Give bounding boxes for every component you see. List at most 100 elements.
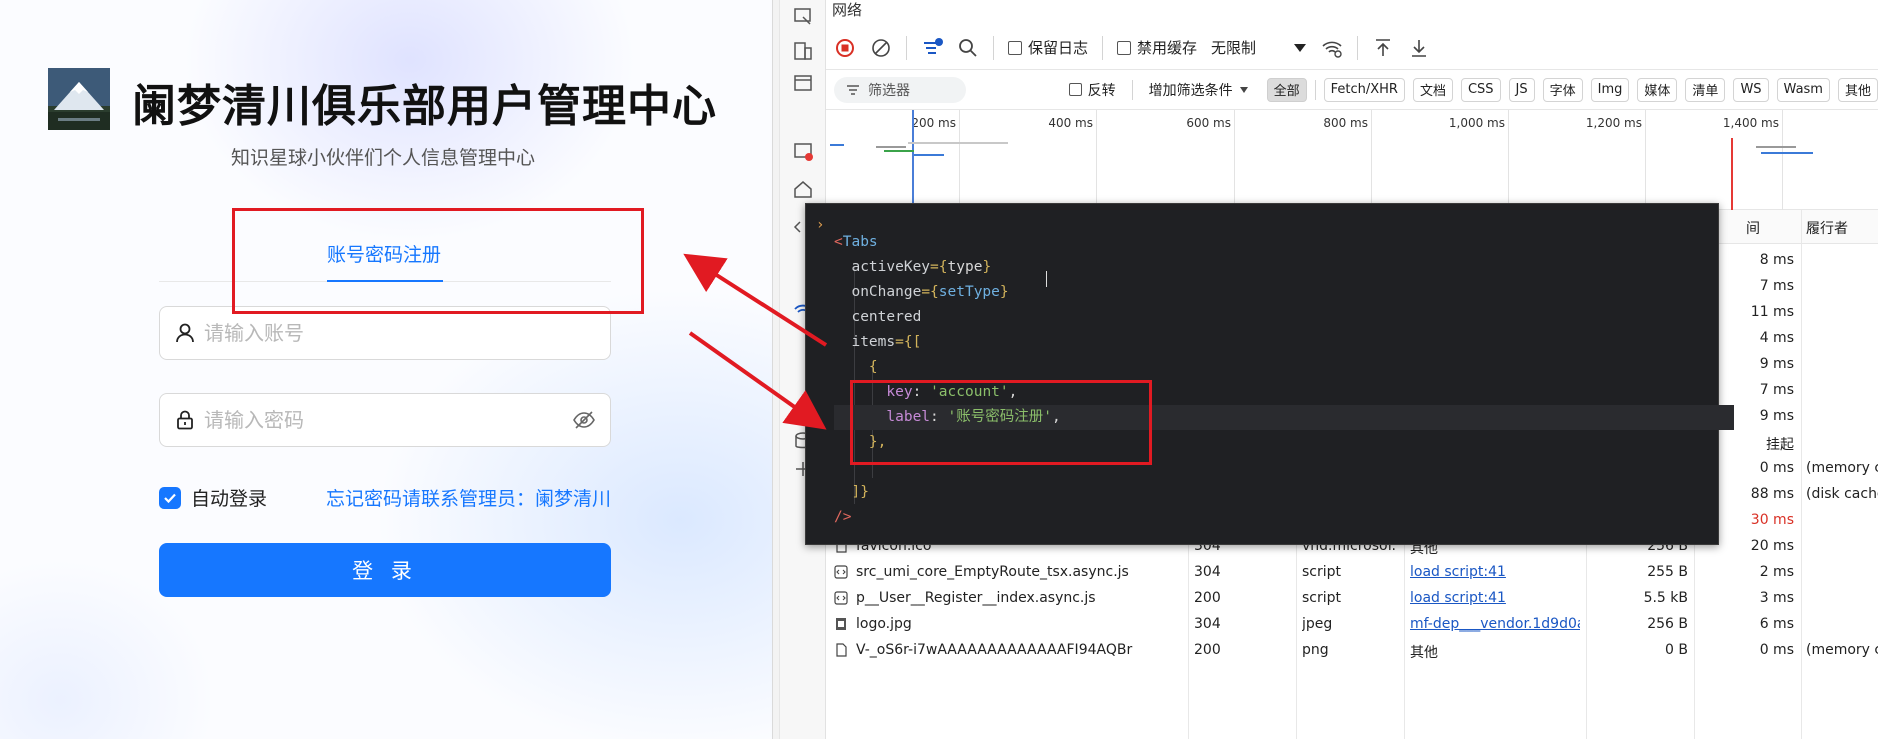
code-line: items={[ [851,334,922,350]
filter-placeholder: 筛选器 [868,82,910,99]
filter-type-fetch[interactable]: Fetch/XHR [1323,77,1405,102]
cell-name: p__User__Register__index.async.js [856,590,1096,606]
cell-time: 0 ms [1759,642,1794,658]
timeline-tick: 1,200 ms [1585,116,1642,130]
cell-time: 3 ms [1759,590,1794,606]
inspect-icon[interactable] [792,6,814,28]
table-row[interactable]: src_umi_core_EmptyRoute_tsx.async.js 304 s… [826,560,1878,586]
preserve-log-checkbox[interactable]: 保留日志 [1008,37,1088,58]
timeline-bar [830,144,844,146]
cell-type: script [1302,590,1342,606]
filter-type-other[interactable]: 其他 [1837,77,1878,102]
password-input[interactable] [204,394,564,446]
code-line: centered [851,309,922,325]
filter-type-manifest[interactable]: 清单 [1685,77,1726,102]
timeline-bar [914,154,944,156]
network-overview[interactable]: 200 ms 400 ms 600 ms 800 ms 1,000 ms 1,2… [826,110,1878,210]
filter-type-media[interactable]: 媒体 [1637,77,1678,102]
cell-status: 200 [1194,642,1221,658]
cell-initiator[interactable]: mf-dep___vendor.1d9d0a [1410,616,1580,632]
invert-checkbox[interactable]: 反转 [1068,80,1116,100]
check-icon [164,493,176,503]
filter-type-all[interactable]: 全部 [1266,77,1307,102]
device-toolbar-icon[interactable] [792,40,814,62]
filter-type-js[interactable]: JS [1508,77,1535,102]
table-row[interactable]: V-_oS6r-i7wAAAAAAAAAAAAAFI94AQBr 200 png 其他… [826,638,1878,664]
account-input[interactable] [204,307,564,359]
import-har-icon[interactable] [1372,37,1394,59]
throttle-value: 无限制 [1211,39,1257,57]
script-file-icon [834,565,848,583]
account-field[interactable] [159,306,611,360]
more-filters-dropdown[interactable]: 增加筛选条件 [1149,80,1249,100]
filter-toggle-icon[interactable] [921,37,943,59]
cell-size: 0 B [1665,642,1688,658]
column-header-fulfilled[interactable]: 履行者 [1806,218,1848,238]
timeline-gridline [1234,110,1235,210]
forgot-password-link[interactable]: 忘记密码请联系管理员：阑梦清川 [311,484,611,511]
cell-name: logo.jpg [856,616,912,632]
fold-chevron-icon: › [816,217,825,233]
timeline-gridline [1782,110,1783,210]
cell-fulfilled: (memory ca [1806,460,1878,476]
document-file-icon [834,643,848,661]
panel-divider[interactable] [772,0,780,739]
filter-type-img[interactable]: Img [1590,77,1630,102]
window-icon[interactable] [792,72,814,94]
chevron-down-icon [1294,43,1307,52]
screenshot-root: { "login": { "title": "阑梦清川俱乐部用户管理中心", "… [0,0,1878,739]
cell-initiator[interactable]: load script:41 [1410,564,1580,580]
timeline-gridline [1096,110,1097,210]
preserve-log-label: 保留日志 [1028,39,1089,57]
logo [48,68,110,130]
cell-time: 2 ms [1759,564,1794,580]
login-page: 阑梦清川俱乐部用户管理中心 知识星球小伙伴们个人信息管理中心 账号密码注册 自动… [0,0,772,739]
timeline-bar [876,146,906,148]
record-stop-icon[interactable] [834,37,856,59]
clear-icon[interactable] [870,37,892,59]
login-button[interactable]: 登 录 [159,543,611,597]
code-line: { [868,359,878,375]
timeline-gridline [959,110,960,210]
auto-login[interactable]: 自动登录 [159,484,267,511]
cell-size: 5.5 kB [1643,590,1688,606]
tab-account-register[interactable]: 账号密码注册 [327,240,441,267]
cell-name: src_umi_core_EmptyRoute_tsx.async.js [856,564,1129,580]
timeline-bar [908,142,1008,144]
filter-type-css[interactable]: CSS [1460,77,1501,102]
throttle-select[interactable]: 无限制 [1211,37,1307,58]
filter-type-font[interactable]: 字体 [1542,77,1583,102]
column-header-time[interactable]: 间 [1746,218,1760,238]
password-field[interactable] [159,393,611,447]
text-cursor-icon [1046,271,1054,287]
search-icon[interactable] [957,37,979,59]
filter-input[interactable]: 筛选器 [834,76,966,103]
cell-type: jpeg [1302,616,1333,632]
network-conditions-icon[interactable] [1321,37,1343,59]
filter-type-doc[interactable]: 文档 [1412,77,1453,102]
chevron-down-icon [1239,86,1248,93]
cell-initiator[interactable]: load script:41 [1410,590,1580,606]
filter-type-wasm[interactable]: Wasm [1776,77,1830,102]
cell-type: png [1302,642,1329,658]
timeline-tick: 800 ms [1323,116,1368,130]
load-line [1731,138,1733,210]
export-har-icon[interactable] [1408,37,1430,59]
timeline-bar [884,150,914,152]
cell-size: 256 B [1647,616,1688,632]
console-icon[interactable] [792,140,814,162]
disable-cache-checkbox[interactable]: 禁用缓存 [1117,37,1197,58]
eye-invisible-icon[interactable] [572,409,596,431]
timeline-tick: 1,000 ms [1448,116,1505,130]
table-row[interactable]: p__User__Register__index.async.js 200 scri… [826,586,1878,612]
toolbar-separator [1314,79,1316,100]
timeline-gridline [1645,110,1646,210]
timeline-tick: 600 ms [1186,116,1231,130]
code-line: key: 'account', [886,384,1018,400]
home-icon[interactable] [792,178,814,200]
filter-type-ws[interactable]: WS [1733,77,1769,102]
checkbox-box [1068,83,1082,96]
code-snippet-overlay: › <Tabs activeKey={type} onChange={setTy… [805,203,1734,545]
auto-login-checkbox[interactable] [159,486,181,509]
table-row[interactable]: logo.jpg 304 jpeg mf-dep___vendor.1d9d0a 256… [826,612,1878,638]
